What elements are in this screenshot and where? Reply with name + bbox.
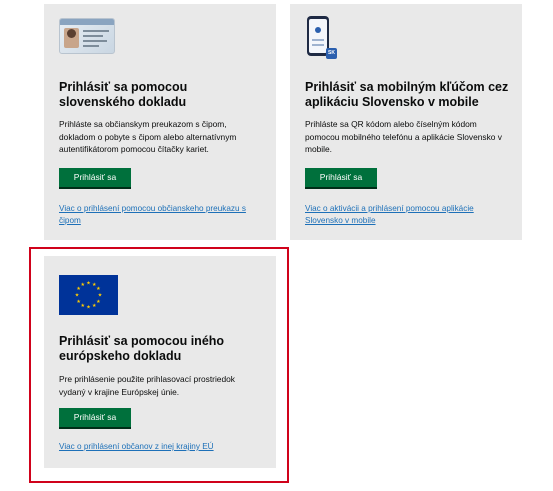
eu-flag-icon: ★ ★ ★ ★ ★ ★ ★ ★ ★ ★ ★ ★ bbox=[59, 275, 118, 315]
slovensko-badge-icon: SK bbox=[326, 48, 337, 59]
more-info-link-id-card[interactable]: Viac o prihlásení pomocou občianskeho pr… bbox=[59, 203, 264, 227]
login-card-mobile-key: SK Prihlásiť sa mobilným kľúčom cez apli… bbox=[290, 4, 522, 240]
svg-text:★: ★ bbox=[81, 282, 86, 288]
card-title: Prihlásiť sa mobilným kľúčom cez aplikác… bbox=[305, 80, 509, 109]
login-button-mobile-key[interactable]: Prihlásiť sa bbox=[305, 168, 377, 187]
card-description: Prihláste sa QR kódom alebo číselným kód… bbox=[305, 119, 502, 154]
svg-text:★: ★ bbox=[92, 303, 97, 309]
card-description: Pre prihlásenie použite prihlasovací pro… bbox=[59, 374, 235, 397]
id-card-icon bbox=[59, 18, 115, 54]
svg-text:★: ★ bbox=[96, 299, 101, 305]
login-card-slovak-document: Prihlásiť sa pomocou slovenského dokladu… bbox=[44, 4, 276, 240]
svg-text:★: ★ bbox=[76, 299, 81, 305]
login-button-slovak-document[interactable]: Prihlásiť sa bbox=[59, 168, 131, 187]
more-info-link-eu-citizens[interactable]: Viac o prihlásení občanov z inej krajiny… bbox=[59, 441, 264, 453]
svg-text:★: ★ bbox=[75, 293, 80, 299]
login-button-eu-document[interactable]: Prihlásiť sa bbox=[59, 408, 131, 427]
more-info-link-mobile-app[interactable]: Viac o aktivácii a prihlásení pomocou ap… bbox=[305, 203, 510, 227]
card-title: Prihlásiť sa pomocou iného európskeho do… bbox=[59, 334, 225, 363]
svg-text:★: ★ bbox=[86, 281, 91, 287]
svg-text:★: ★ bbox=[86, 305, 91, 311]
login-card-eu-document: ★ ★ ★ ★ ★ ★ ★ ★ ★ ★ ★ ★ Prihlásiť sa pom… bbox=[44, 256, 276, 468]
svg-text:★: ★ bbox=[96, 286, 101, 292]
card-description: Prihláste sa občianskym preukazom s čipo… bbox=[59, 119, 237, 154]
card-title: Prihlásiť sa pomocou slovenského dokladu bbox=[59, 80, 188, 109]
svg-text:★: ★ bbox=[98, 293, 103, 299]
svg-text:★: ★ bbox=[81, 303, 86, 309]
